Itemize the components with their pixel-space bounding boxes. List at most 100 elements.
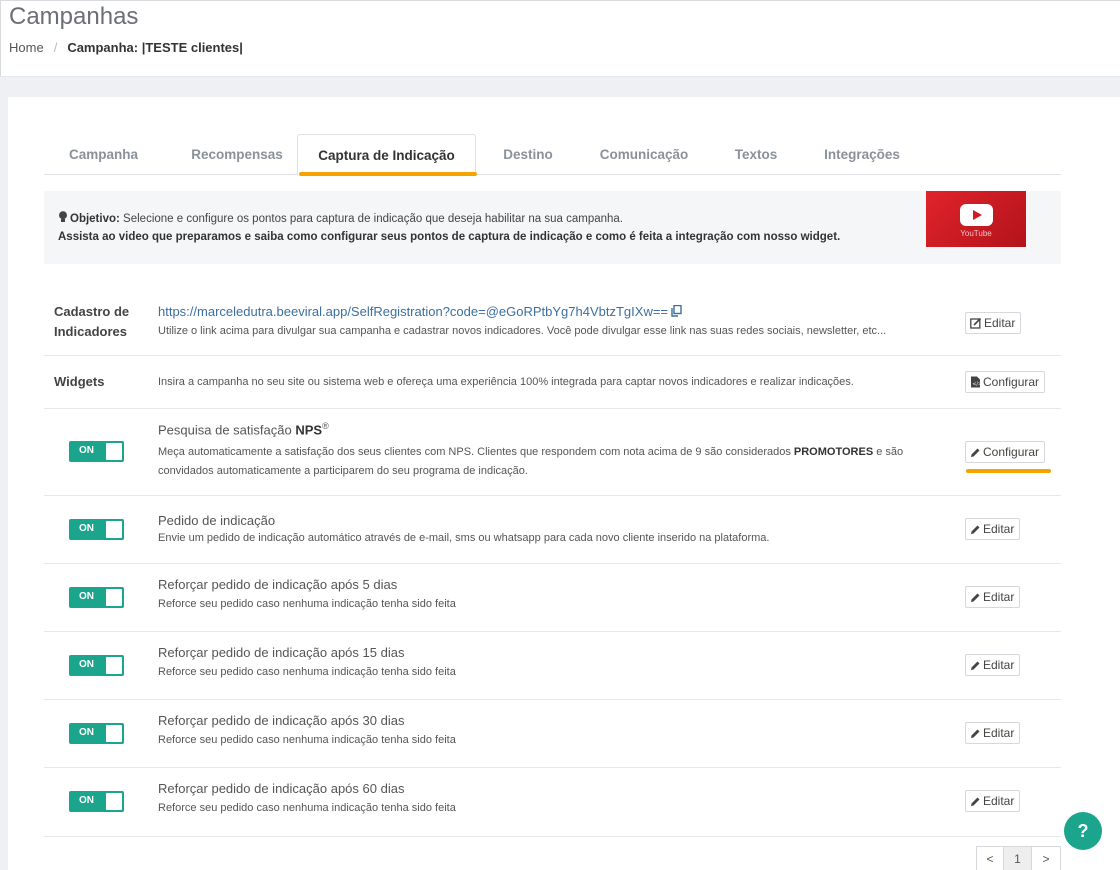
active-tab-highlight <box>299 172 477 176</box>
nps-description-part2: e são <box>876 446 904 458</box>
objective-label: Objetivo: <box>70 213 120 225</box>
objective-description: Selecione e configure os pontos para cap… <box>123 213 623 225</box>
nps-description-part3: convidados automaticamente a participare… <box>158 465 528 477</box>
item-description: Reforce seu pedido caso nenhuma indicaçã… <box>158 666 456 678</box>
edit-label: Editar <box>983 658 1015 672</box>
edit-icon <box>970 317 982 329</box>
reforco-60-dias-toggle[interactable]: ON <box>69 791 124 812</box>
toggle-knob <box>106 589 122 606</box>
item-edit-button[interactable]: Editar <box>965 586 1021 608</box>
cadastro-edit-label: Editar <box>984 316 1016 330</box>
reforco-5-dias-toggle[interactable]: ON <box>69 587 124 608</box>
widgets-description: Insira a campanha no seu site ou sistema… <box>158 376 854 388</box>
cadastro-label: Cadastro de Indicadores <box>54 304 130 339</box>
breadcrumb: Home / Campanha: |TESTE clientes| <box>9 40 243 55</box>
item-description: Reforce seu pedido caso nenhuma indicaçã… <box>158 734 456 746</box>
list-item: ON Pedido de indicação Envie um pedido d… <box>44 496 1061 564</box>
cadastro-row: Cadastro de Indicadores https://marceled… <box>44 292 1061 356</box>
pencil-icon <box>971 593 980 602</box>
tab-captura-de-indicacao[interactable]: Captura de Indicação <box>297 134 476 176</box>
nps-title-bold: NPS <box>295 422 323 438</box>
item-description: Envie um pedido de indicação automático … <box>158 532 770 544</box>
item-title: Reforçar pedido de indicação após 60 dia… <box>158 781 405 796</box>
pencil-icon <box>971 661 980 670</box>
item-title: Reforçar pedido de indicação após 30 dia… <box>158 713 405 728</box>
nps-description: Meça automaticamente a satisfação dos se… <box>158 443 948 481</box>
widgets-configure-label: Configurar <box>983 375 1040 389</box>
edit-label: Editar <box>983 522 1015 536</box>
toggle-on-label: ON <box>79 727 94 738</box>
list-item: ON Reforçar pedido de indicação após 5 d… <box>44 564 1061 632</box>
edit-label: Editar <box>983 794 1015 808</box>
youtube-play-icon <box>960 204 993 226</box>
nps-toggle[interactable]: ON <box>69 441 124 462</box>
pencil-icon <box>971 448 980 457</box>
tab-destino[interactable]: Destino <box>484 134 572 175</box>
widgets-label: Widgets <box>54 374 105 389</box>
help-button[interactable]: ? <box>1064 812 1102 850</box>
widgets-configure-button[interactable]: </> Configurar <box>965 371 1046 393</box>
item-edit-button[interactable]: Editar <box>965 790 1021 812</box>
tab-comunicacao[interactable]: Comunicação <box>589 134 699 175</box>
nps-description-part1: Meça automaticamente a satisfação dos se… <box>158 446 791 458</box>
item-title: Reforçar pedido de indicação após 15 dia… <box>158 645 405 660</box>
list-item: ON Reforçar pedido de indicação após 60 … <box>44 768 1061 837</box>
toggle-knob <box>106 793 122 810</box>
objective-info-box: Objetivo: Selecione e configure os ponto… <box>44 191 1061 264</box>
tab-recompensas[interactable]: Recompensas <box>172 134 302 175</box>
tab-textos[interactable]: Textos <box>720 134 792 175</box>
toggle-on-label: ON <box>79 795 94 806</box>
objective-text: Objetivo: Selecione e configure os ponto… <box>58 211 623 225</box>
youtube-video-thumbnail[interactable]: YouTube <box>926 191 1026 247</box>
item-description: Reforce seu pedido caso nenhuma indicaçã… <box>158 598 456 610</box>
svg-text:</>: </> <box>972 382 981 388</box>
code-file-icon: </> <box>971 376 982 388</box>
nps-description-bold: PROMOTORES <box>793 446 874 458</box>
toggle-knob <box>106 657 122 674</box>
breadcrumb-current: Campanha: |TESTE clientes| <box>67 40 243 55</box>
edit-label: Editar <box>983 726 1015 740</box>
nps-configure-label: Configurar <box>983 445 1040 459</box>
page-title: Campanhas <box>9 3 139 30</box>
campaign-card: Campanha Recompensas Captura de Indicaçã… <box>8 97 1120 870</box>
pagination-next-button[interactable]: > <box>1031 846 1061 870</box>
self-registration-link[interactable]: https://marceledutra.beeviral.app/SelfRe… <box>158 304 682 319</box>
item-title: Reforçar pedido de indicação após 5 dias <box>158 577 398 592</box>
toggle-knob <box>106 725 122 742</box>
pencil-icon <box>971 729 980 738</box>
nps-row: ON Pesquisa de satisfação NPS® Meça auto… <box>44 409 1061 496</box>
copy-icon[interactable] <box>671 305 682 317</box>
pedido-indicacao-toggle[interactable]: ON <box>69 519 124 540</box>
youtube-label: YouTube <box>960 229 992 238</box>
tab-campanha[interactable]: Campanha <box>44 134 163 175</box>
pencil-icon <box>971 797 980 806</box>
item-edit-button[interactable]: Editar <box>965 654 1021 676</box>
self-registration-url[interactable]: https://marceledutra.beeviral.app/SelfRe… <box>158 304 668 319</box>
toggle-on-label: ON <box>79 523 94 534</box>
breadcrumb-separator: / <box>53 40 58 55</box>
nps-configure-button[interactable]: Configurar <box>965 441 1046 463</box>
list-item: ON Reforçar pedido de indicação após 30 … <box>44 700 1061 768</box>
edit-label: Editar <box>983 590 1015 604</box>
pagination-page-1[interactable]: 1 <box>1003 846 1032 870</box>
pencil-icon <box>971 525 980 534</box>
toggle-on-label: ON <box>79 591 94 602</box>
nps-registered-mark: ® <box>322 421 329 431</box>
reforco-30-dias-toggle[interactable]: ON <box>69 723 124 744</box>
tab-integracoes[interactable]: Integrações <box>814 134 910 175</box>
list-item: ON Reforçar pedido de indicação após 15 … <box>44 632 1061 700</box>
cadastro-edit-button[interactable]: Editar <box>965 312 1022 334</box>
pagination-prev-button[interactable]: < <box>976 846 1004 870</box>
nps-title: Pesquisa de satisfação NPS® <box>158 421 329 437</box>
item-edit-button[interactable]: Editar <box>965 722 1021 744</box>
item-description: Reforce seu pedido caso nenhuma indicaçã… <box>158 802 456 814</box>
lightbulb-icon <box>59 211 67 222</box>
breadcrumb-home-link[interactable]: Home <box>9 40 44 55</box>
configure-highlight <box>966 469 1051 473</box>
page-header: Campanhas Home / Campanha: |TESTE clientes… <box>0 0 1120 77</box>
nps-title-text: Pesquisa de satisfação <box>158 422 292 438</box>
video-instructions: Assista ao video que preparamos e saiba … <box>58 231 841 243</box>
toggle-knob <box>106 443 122 460</box>
item-edit-button[interactable]: Editar <box>965 518 1021 540</box>
reforco-15-dias-toggle[interactable]: ON <box>69 655 124 676</box>
